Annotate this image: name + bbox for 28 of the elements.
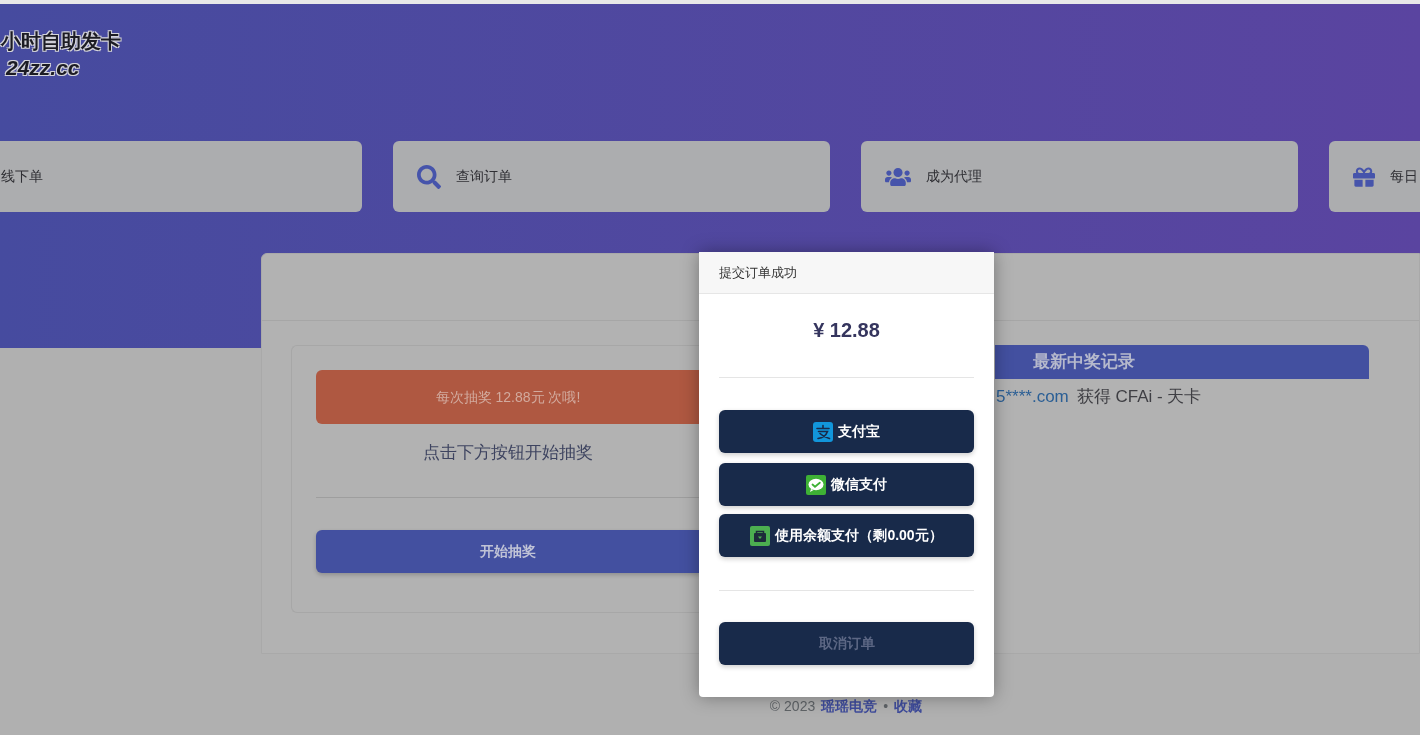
nav-card-label: 每日 [1390,167,1418,186]
winner-prize: 获得 CFAi - 天卡 [1076,386,1202,408]
start-lottery-button[interactable]: 开始抽奖 [316,530,700,573]
nav-card[interactable]: 查询订单 [393,141,830,212]
winner-user-link[interactable]: 5****.com [996,385,1069,409]
price-notice: 每次抽奖 12.88元 次哦! [316,370,700,424]
nav-card[interactable]: 成为代理 [861,141,1298,212]
nav-card[interactable]: 每日 [1329,141,1420,212]
order-amount: ¥ 12.88 [812,318,881,343]
lottery-hint: 点击下方按钮开始抽奖 [422,442,594,464]
copyright-text: © 2023 [769,697,816,715]
payment-option-button[interactable]: 微信支付 [719,463,974,506]
dialog-title: 提交订单成功 [719,263,797,282]
chat-bubble-icon [806,474,826,495]
winners-title: 最新中奖记录 [1033,351,1135,374]
payment-option-button[interactable]: 支付宝 [719,410,974,453]
payment-logo-icon [813,421,833,442]
nav-card-label: 线下单 [1,167,43,186]
search-icon [417,164,441,189]
nav-card-label: 查询订单 [456,167,512,186]
nav-card[interactable]: 线下单 [0,141,362,212]
wallet-icon [750,525,771,546]
payment-option-button[interactable]: 使用余额支付（剩0.00元） [719,514,974,557]
nav-card-label: 成为代理 [926,167,982,186]
gift-icon [1353,165,1375,188]
bookmark-link[interactable]: 收藏 [894,697,923,715]
separator-dot: • [883,697,889,715]
site-link[interactable]: 瑶瑶电竞 [821,697,878,715]
